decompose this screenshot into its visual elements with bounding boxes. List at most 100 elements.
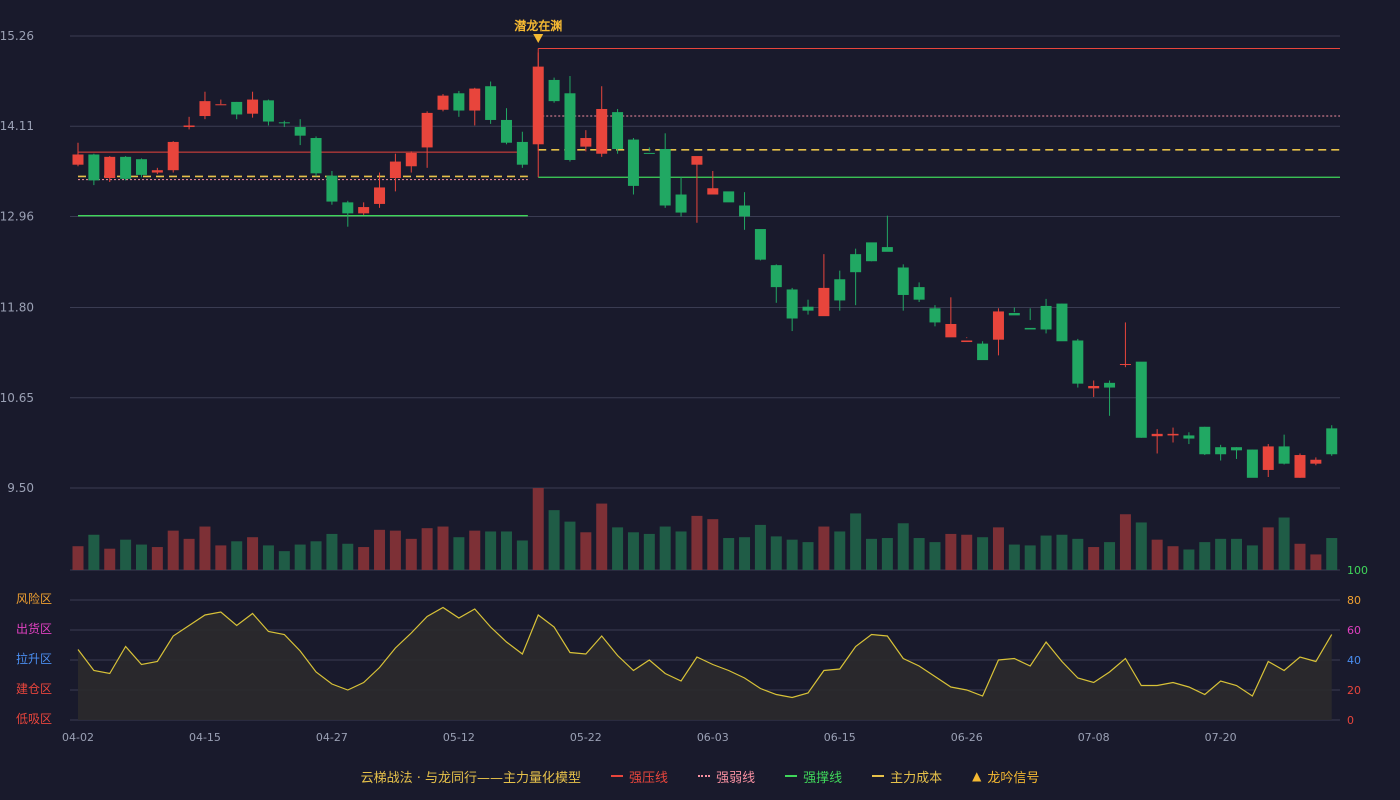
candle-body [1151,433,1163,437]
signal-label: 潜龙在渊 [514,18,562,33]
zone-label: 拉升区 [16,651,52,666]
volume-bar [532,488,544,570]
triangle-up-icon: ▲ [972,769,982,783]
candle-body [1040,305,1052,330]
volume-bar [1231,538,1243,570]
candle-body [485,86,497,120]
candle-body [897,267,909,295]
volume-bar [374,529,386,570]
candle [135,158,147,178]
candle [1151,429,1163,454]
volume-bar [961,534,973,570]
candle [1040,298,1052,334]
legend-label-weak: 强弱线 [716,770,756,786]
weak-line-swatch [698,775,711,777]
volume-bar [1008,544,1020,570]
candle-body [120,156,132,179]
volume-bar [247,537,259,570]
candle [802,299,814,315]
candle [532,52,544,151]
candle [231,101,243,120]
volume-bar [675,531,687,570]
candle [516,131,528,168]
volume-bar [262,545,274,570]
price-tick-label: 15.26 [0,29,34,43]
candle [548,77,560,103]
candle [294,119,306,146]
volume-bar [500,531,512,570]
candle-body [1262,446,1274,470]
candle-body [1231,447,1243,451]
candle-body [421,112,433,148]
candle [262,99,274,126]
chart-canvas: 15.26 14.11 12.96 11.80 10.65 9.50 100 80 60 40 20… [0,18,1368,744]
volume-bar [358,547,370,570]
candle-body [437,95,449,110]
candle [1326,425,1338,456]
candle-body [88,154,100,181]
candle-body [1024,327,1036,330]
volume-bar [850,513,862,570]
legend-item-cost[interactable]: 主力成本 [872,767,942,786]
candle [818,254,830,317]
candle-body [881,247,893,252]
candle-body [294,127,306,136]
price-tick-label: 12.96 [0,209,34,223]
candle [913,282,925,303]
volume-bar [786,539,798,570]
x-tick-label: 06-26 [951,731,983,744]
candle [199,91,211,120]
candle-body [1056,303,1068,342]
candle [389,153,401,192]
candle-body [1119,364,1131,366]
candle [770,264,782,303]
volume-bar [1278,517,1290,570]
legend-item-support[interactable]: 强撑线 [785,767,842,786]
candle [453,90,465,117]
volume-bar [135,544,147,570]
candle-body [945,323,957,338]
legend-label-cost: 主力成本 [890,770,943,786]
legend-item-weak[interactable]: 强弱线 [698,767,755,786]
volume-bar [1151,539,1163,570]
candle-body [992,311,1004,340]
candle-body [374,187,386,204]
volume-bar [516,540,528,570]
volume-bar [1135,522,1147,570]
candle-body [1072,340,1084,384]
candle-body [754,229,766,260]
candle [1294,453,1306,478]
candle [1119,322,1131,368]
price-tick-label: 11.80 [0,301,34,315]
legend-item-resistance[interactable]: 强压线 [611,767,668,786]
candle-body [532,66,544,145]
candle [1008,307,1020,316]
candle [564,76,576,162]
candle [1072,338,1084,388]
candle-body [516,141,528,165]
candle-body [850,254,862,273]
volume-bar [421,528,433,570]
volume-bar [754,524,766,570]
x-tick-label: 07-20 [1205,731,1237,744]
candle [437,94,449,112]
candle [627,138,639,195]
candle-body [326,175,338,202]
x-tick-label: 05-12 [443,731,475,744]
volume-bar [691,515,703,570]
candle-body [1104,382,1116,388]
volume-bar [1262,527,1274,570]
legend-item-signal[interactable]: ▲ 龙吟信号 [972,767,1039,786]
volume-bar [818,526,830,570]
candle-body [612,112,624,149]
x-tick-label: 04-02 [62,731,94,744]
volume-bar [469,530,481,570]
candle [691,156,703,223]
candle-body [72,154,84,165]
candle-body [580,138,592,147]
candle-body [564,93,576,160]
volume-bar [1040,535,1052,570]
oscillator-area [78,607,1332,720]
candle-body [1215,447,1227,455]
volume-bar [564,521,576,570]
